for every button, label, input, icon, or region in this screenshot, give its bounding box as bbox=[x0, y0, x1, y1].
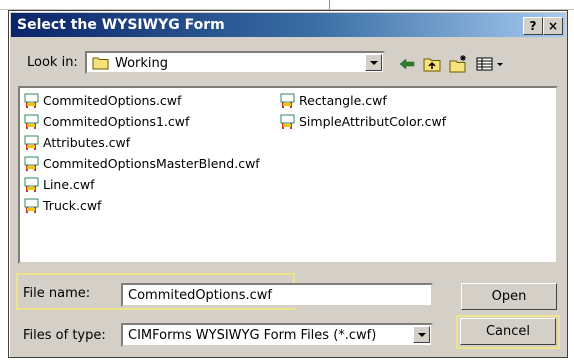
select-form-dialog: Select the WYSIWYG Form ? × Look in: Wor… bbox=[8, 10, 568, 358]
file-list[interactable]: CommitedOptions.cwf CommitedOptions1.cwf… bbox=[18, 86, 558, 264]
help-button[interactable]: ? bbox=[523, 17, 543, 35]
strip-divider bbox=[329, 0, 330, 9]
file-name: CommitedOptions.cwf bbox=[43, 93, 182, 108]
cwf-file-icon bbox=[280, 114, 295, 129]
cwf-file-icon bbox=[24, 93, 39, 108]
cwf-file-icon bbox=[24, 177, 39, 192]
cwf-file-icon bbox=[24, 135, 39, 150]
cancel-button[interactable]: Cancel bbox=[460, 318, 556, 345]
close-button[interactable]: × bbox=[543, 17, 563, 35]
look-in-value: Working bbox=[115, 56, 169, 71]
look-in-label: Look in: bbox=[27, 55, 78, 70]
file-name-label: File name: bbox=[23, 286, 91, 301]
back-arrow-icon[interactable] bbox=[397, 54, 417, 74]
files-of-type-label: Files of type: bbox=[23, 328, 106, 343]
files-of-type-combo[interactable]: CIMForms WYSIWYG Form Files (*.cwf) bbox=[121, 323, 433, 347]
cwf-file-icon bbox=[280, 93, 295, 108]
files-of-type-dropdown-button[interactable] bbox=[413, 326, 430, 343]
file-name-value: CommitedOptions.cwf bbox=[128, 288, 272, 303]
up-folder-icon[interactable] bbox=[422, 54, 442, 74]
open-button[interactable]: Open bbox=[461, 283, 557, 310]
look-in-dropdown-button[interactable] bbox=[365, 54, 382, 71]
file-name: CommitedOptionsMasterBlend.cwf bbox=[43, 156, 260, 171]
view-menu-icon[interactable] bbox=[475, 54, 505, 74]
dialog-title: Select the WYSIWYG Form bbox=[17, 17, 225, 33]
cwf-file-icon bbox=[24, 156, 39, 171]
look-in-combo[interactable]: Working bbox=[85, 51, 385, 74]
file-name: Rectangle.cwf bbox=[299, 93, 387, 108]
cwf-file-icon bbox=[24, 198, 39, 213]
file-name: Truck.cwf bbox=[43, 198, 102, 213]
file-name: CommitedOptions1.cwf bbox=[43, 114, 190, 129]
folder-icon bbox=[92, 57, 109, 70]
file-name: Attributes.cwf bbox=[43, 135, 131, 150]
background-window-strip bbox=[0, 0, 574, 10]
file-name: SimpleAttributColor.cwf bbox=[299, 114, 447, 129]
title-bar: Select the WYSIWYG Form ? × bbox=[11, 13, 565, 37]
file-name-input[interactable]: CommitedOptions.cwf bbox=[121, 283, 433, 307]
new-folder-icon[interactable] bbox=[448, 54, 468, 74]
cwf-file-icon bbox=[24, 114, 39, 129]
file-name: Line.cwf bbox=[43, 177, 95, 192]
files-of-type-value: CIMForms WYSIWYG Form Files (*.cwf) bbox=[128, 328, 377, 343]
